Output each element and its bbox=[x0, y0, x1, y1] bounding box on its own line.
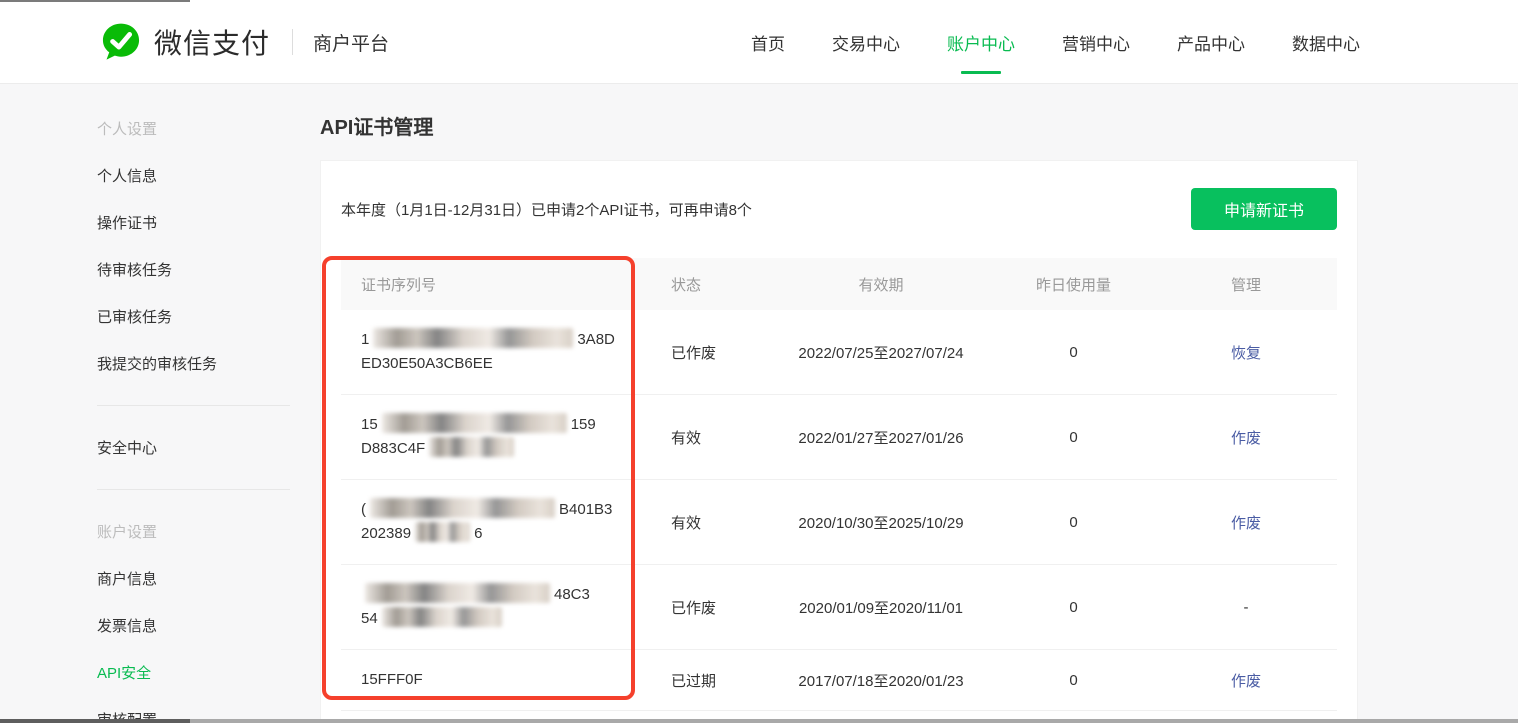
cert-void-link[interactable]: 作废 bbox=[1231, 673, 1261, 690]
wechat-pay-logo-icon bbox=[102, 23, 140, 60]
certificate-row: ( B401B3 202389 6 有效 2020/10/30至2025/10/29 0 作废 bbox=[341, 480, 1337, 565]
cert-validity: 2022/07/25至2027/07/24 bbox=[798, 344, 964, 362]
certificate-row: 1 3A8D ED30E50A3CB6EE 已作废 2022/07/25至2027/07… bbox=[341, 310, 1337, 395]
sidebar-divider bbox=[97, 405, 290, 406]
cert-status: 有效 bbox=[671, 429, 702, 447]
cert-serial: 1 3A8D ED30E50A3CB6EE bbox=[341, 328, 671, 376]
column-header-validity: 有效期 bbox=[858, 276, 904, 294]
sidebar-item-merchant-info[interactable]: 商户信息 bbox=[97, 555, 290, 602]
cert-status: 已过期 bbox=[671, 672, 717, 690]
nav-item-trade-center[interactable]: 交易中心 bbox=[832, 30, 900, 55]
sidebar-item-personal-info[interactable]: 个人信息 bbox=[97, 152, 290, 199]
cert-action-cell: 作废 bbox=[1171, 670, 1321, 691]
cert-serial: 48C3 54 bbox=[341, 583, 671, 631]
nav-item-data-center[interactable]: 数据中心 bbox=[1292, 30, 1360, 55]
sidebar-item-operation-cert[interactable]: 操作证书 bbox=[97, 199, 290, 246]
cert-serial: 15FFF0F bbox=[341, 668, 671, 692]
serial-text: 15 bbox=[361, 416, 378, 433]
certificate-table: 证书序列号 状态 有效期 昨日使用量 管理 1 3A8D ED30E50A3CB6EE 已作废… bbox=[341, 258, 1337, 711]
brand-divider bbox=[292, 29, 294, 55]
column-header-status: 状态 bbox=[671, 276, 702, 294]
sidebar-divider bbox=[97, 489, 290, 490]
redaction-blur bbox=[373, 328, 574, 348]
cert-validity: 2020/01/09至2020/11/01 bbox=[798, 599, 964, 617]
cert-action-cell: 作废 bbox=[1171, 512, 1321, 533]
sidebar-item-security-center[interactable]: 安全中心 bbox=[97, 424, 290, 471]
cert-void-link[interactable]: 作废 bbox=[1231, 515, 1261, 532]
nav-item-marketing-center[interactable]: 营销中心 bbox=[1062, 30, 1130, 55]
apply-new-cert-button[interactable]: 申请新证书 bbox=[1190, 188, 1337, 230]
serial-text: 1 bbox=[361, 331, 370, 348]
cert-validity: 2020/10/30至2025/10/29 bbox=[798, 514, 964, 532]
serial-text: 202389 bbox=[361, 525, 412, 542]
redaction-blur bbox=[365, 583, 550, 603]
top-header: 微信支付 商户平台 首页 交易中心 账户中心 营销中心 产品中心 数据中心 bbox=[0, 0, 1518, 84]
redaction-blur bbox=[381, 413, 567, 433]
cert-status: 已作废 bbox=[671, 599, 717, 617]
quota-summary-row: 本年度（1月1日-12月31日）已申请2个API证书，可再申请8个 申请新证书 bbox=[341, 188, 1337, 230]
platform-label: 商户平台 bbox=[313, 33, 390, 55]
nav-item-home[interactable]: 首页 bbox=[751, 30, 785, 55]
cert-action-none: - bbox=[1243, 598, 1249, 616]
sidebar: 个人设置个人信息 操作证书 待审核任务 已审核任务 我提交的审核任务 安全中心账户设置商户… bbox=[97, 84, 290, 723]
certificate-row: 15FFF0F 已过期 2017/07/18至2020/01/23 0 作废 bbox=[341, 650, 1337, 711]
sidebar-item-invoice-info[interactable]: 发票信息 bbox=[97, 602, 290, 649]
sidebar-section-header: 账户设置 bbox=[97, 524, 158, 541]
cert-usage: 0 bbox=[1069, 343, 1078, 361]
serial-text: 48C3 bbox=[554, 586, 590, 603]
serial-text: 159 bbox=[570, 416, 596, 433]
sidebar-item-api-security[interactable]: API安全 bbox=[97, 649, 290, 696]
serial-text: 15FFF0F bbox=[361, 671, 423, 688]
certificate-card: 本年度（1月1日-12月31日）已申请2个API证书，可再申请8个 申请新证书 … bbox=[320, 160, 1358, 723]
cert-usage: 0 bbox=[1069, 513, 1078, 531]
screen-bottom-edge bbox=[0, 719, 1518, 723]
sidebar-item-my-submitted-review-tasks[interactable]: 我提交的审核任务 bbox=[97, 340, 290, 387]
page-title: API证书管理 bbox=[320, 117, 434, 139]
screen-top-edge bbox=[0, 0, 190, 2]
serial-text: ED30E50A3CB6EE bbox=[361, 355, 493, 372]
main-content: API证书管理 本年度（1月1日-12月31日）已申请2个API证书，可再申请8… bbox=[320, 84, 1358, 723]
brand[interactable]: 微信支付 商户平台 bbox=[100, 0, 389, 84]
cert-validity: 2017/07/18至2020/01/23 bbox=[798, 672, 964, 690]
redaction-blur bbox=[415, 522, 471, 542]
serial-text: 54 bbox=[361, 610, 378, 627]
column-header-serial: 证书序列号 bbox=[361, 276, 437, 294]
cert-usage: 0 bbox=[1069, 428, 1078, 446]
cert-restore-link[interactable]: 恢复 bbox=[1231, 345, 1261, 362]
redaction-blur bbox=[381, 607, 502, 627]
cert-usage: 0 bbox=[1069, 671, 1078, 689]
cert-status: 已作废 bbox=[671, 344, 717, 362]
sidebar-item-pending-review-tasks[interactable]: 待审核任务 bbox=[97, 246, 290, 293]
table-header-row: 证书序列号 状态 有效期 昨日使用量 管理 bbox=[341, 258, 1337, 310]
cert-action-cell: 恢复 bbox=[1171, 342, 1321, 363]
cert-action-cell: 作废 bbox=[1171, 427, 1321, 448]
serial-text: B401B3 bbox=[559, 501, 613, 518]
sidebar-section-header: 个人设置 bbox=[97, 121, 158, 138]
cert-validity: 2022/01/27至2027/01/26 bbox=[798, 429, 964, 447]
cert-status: 有效 bbox=[671, 514, 702, 532]
sidebar-item-reviewed-tasks[interactable]: 已审核任务 bbox=[97, 293, 290, 340]
table-body: 1 3A8D ED30E50A3CB6EE 已作废 2022/07/25至2027/07… bbox=[341, 310, 1337, 711]
column-header-usage: 昨日使用量 bbox=[1035, 276, 1111, 294]
redaction-blur bbox=[429, 437, 515, 457]
brand-name: 微信支付 bbox=[154, 28, 271, 59]
nav-item-account-center[interactable]: 账户中心 bbox=[947, 30, 1015, 55]
certificate-row: 15 159 D883C4F 有效 2022/01/27至2027/01/26 0 作废 bbox=[341, 395, 1337, 480]
quota-text: 本年度（1月1日-12月31日）已申请2个API证书，可再申请8个 bbox=[341, 201, 752, 219]
redaction-blur bbox=[370, 498, 555, 518]
serial-text: D883C4F bbox=[361, 440, 426, 457]
certificate-row: 48C3 54 已作废 2020/01/09至2020/11/01 0 - bbox=[341, 565, 1337, 650]
serial-text: ( bbox=[361, 501, 366, 518]
column-header-manage: 管理 bbox=[1230, 276, 1261, 294]
cert-serial: 15 159 D883C4F bbox=[341, 413, 671, 461]
serial-text: 6 bbox=[474, 525, 483, 542]
cert-serial: ( B401B3 202389 6 bbox=[341, 498, 671, 546]
nav-item-product-center[interactable]: 产品中心 bbox=[1177, 30, 1245, 55]
cert-void-link[interactable]: 作废 bbox=[1231, 430, 1261, 447]
top-nav: 首页 交易中心 账户中心 营销中心 产品中心 数据中心 bbox=[751, 0, 1360, 84]
serial-text: 3A8D bbox=[577, 331, 615, 348]
cert-usage: 0 bbox=[1069, 598, 1078, 616]
